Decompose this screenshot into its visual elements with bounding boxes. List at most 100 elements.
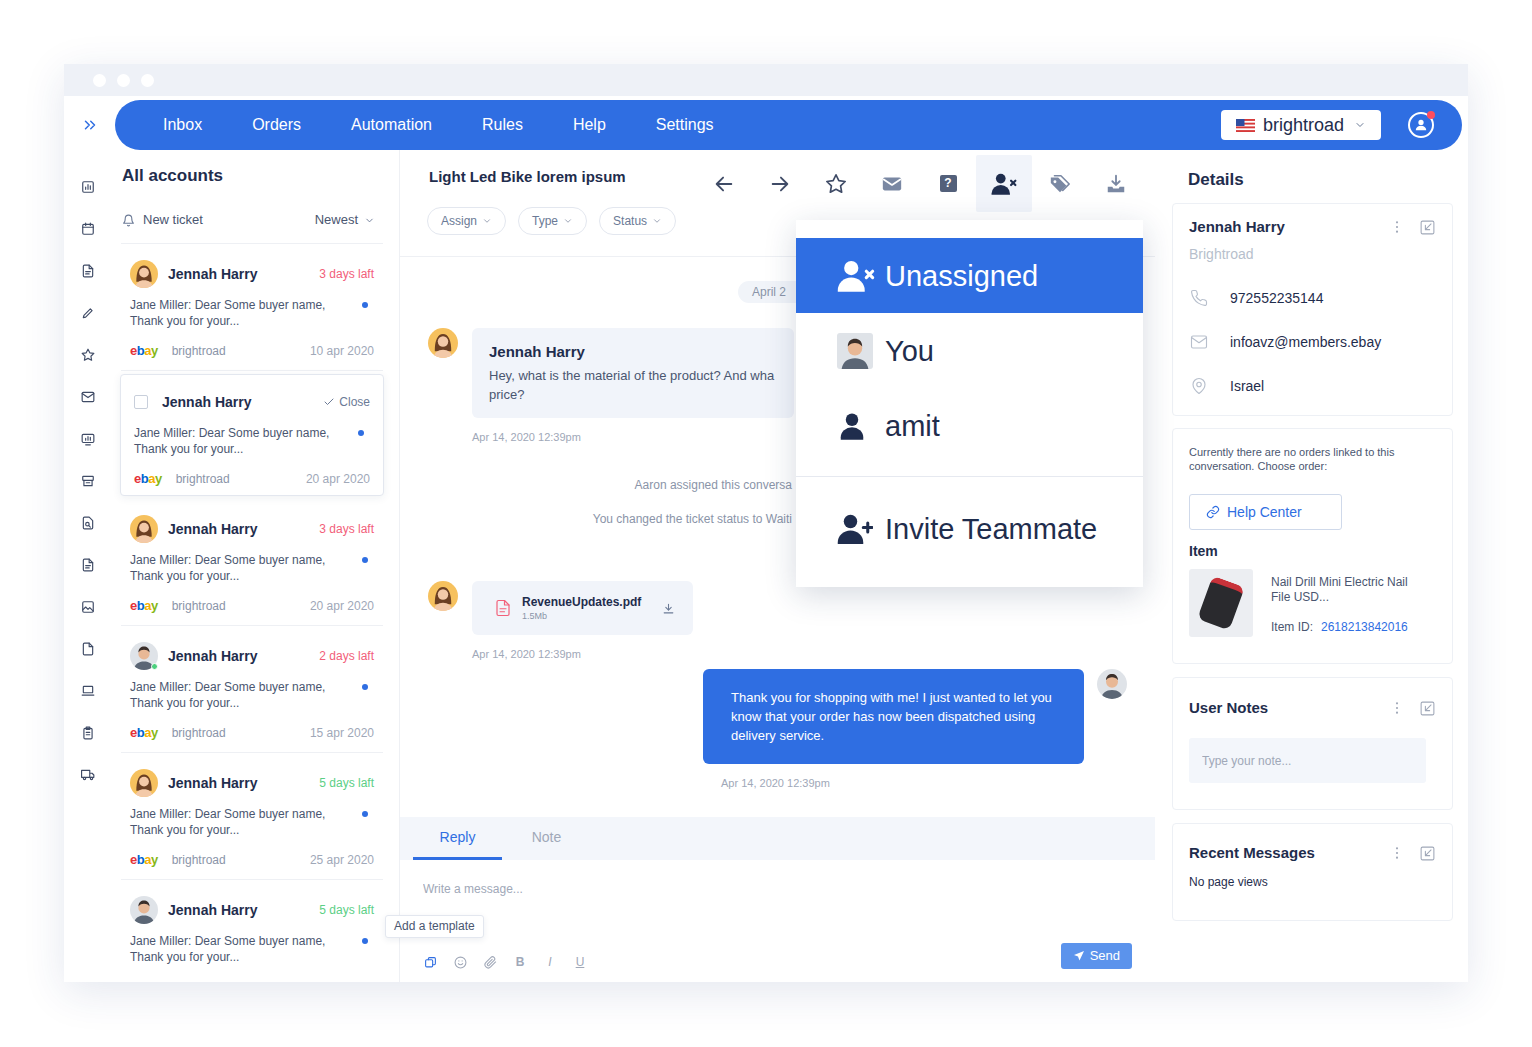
ticket[interactable]: Jennah HarryCloseJane Miller: Dear Some … [120,374,384,496]
account-selector[interactable]: brightroad [1221,110,1381,140]
rail-item[interactable] [81,768,95,782]
rail-item[interactable] [81,558,95,572]
window-dot[interactable] [117,74,130,87]
toolbar-button[interactable] [976,155,1032,212]
format-button[interactable] [483,955,497,969]
close-button[interactable]: Close [323,393,370,411]
rail-toggle[interactable] [64,100,115,150]
event-text: Aaron assigned this conversa [635,478,792,492]
chevron-down-icon [563,216,573,226]
rail-item[interactable] [81,516,95,530]
filter-label: Type [532,212,558,230]
toolbar-button[interactable] [808,155,864,212]
filter-dropdown[interactable]: Status [599,207,676,235]
filter-dropdown[interactable]: Type [518,207,587,235]
assign-option[interactable]: amit [796,388,1143,463]
link-icon [1206,505,1220,519]
rail-item[interactable] [81,684,95,698]
rail-item[interactable] [81,222,95,236]
format-toolbar: BIU [423,955,587,969]
mail-icon [881,173,903,195]
item-info: Nail Drill Mini Electric Nail File USD..… [1271,569,1411,637]
toolbar-button[interactable] [696,155,752,212]
icon-rail [64,150,112,982]
window-dot[interactable] [141,74,154,87]
avatar-image [130,260,158,288]
note-input[interactable] [1202,752,1413,770]
avatar [428,581,458,611]
rail-item[interactable] [81,474,95,488]
filter-label: Status [613,212,647,230]
send-button[interactable]: Send [1061,943,1132,969]
toolbar-button[interactable] [864,155,920,212]
page: Inbox Orders Automation Rules Help Settings br… [0,0,1532,1047]
format-button[interactable]: I [543,955,557,969]
toolbar-button[interactable] [1088,155,1144,212]
format-button[interactable]: U [573,955,587,969]
ticket-name: Jennah Harry [168,773,257,794]
ticket[interactable]: Jennah Harry3 days laftJane Miller: Dear… [121,499,383,626]
nav-item[interactable]: Settings [656,113,714,137]
ticket-preview: Jane Miller: Dear Some buyer name,Thank … [134,425,370,457]
notification-dot [1427,111,1435,119]
window-dot[interactable] [93,74,106,87]
toolbar-button[interactable] [1032,155,1088,212]
help-center-button[interactable]: Help Center [1189,494,1342,530]
toolbar-button[interactable] [752,155,808,212]
rail-item[interactable] [81,306,95,320]
mail-icon [81,390,95,404]
item-row: Nail Drill Mini Electric Nail File USD..… [1189,569,1436,637]
nav-item[interactable]: Automation [351,113,432,137]
ticket-preview-line: Jane Miller: Dear Some buyer name, [130,933,325,949]
ticket[interactable]: Jennah Harry5 days laftJane Miller: Dear… [121,753,383,880]
paperclip-icon [484,956,497,969]
assign-option[interactable]: You [796,313,1143,388]
attachment-size: 1.5Mb [522,610,641,622]
list-title: All accounts [121,150,383,187]
ticket-header: Jennah Harry2 days laft [130,642,374,670]
toolbar-button[interactable]: ? [920,155,976,212]
invite-teammate-button[interactable]: Invite Teammate [796,491,1143,566]
format-button[interactable] [423,955,437,969]
ticket[interactable]: Jennah Harry5 days laftJane Miller: Dear… [121,880,383,982]
rail-item[interactable] [81,390,95,404]
composer-tab[interactable]: Reply [413,817,502,860]
recent-messages-card: Recent MessagesNo page views [1172,823,1453,921]
composer-tab[interactable]: Note [502,817,591,860]
nav-item[interactable]: Help [573,113,606,137]
new-ticket-button[interactable]: New ticket [122,210,203,230]
attachment-row: RevenueUpdates.pdf1.5Mb [400,581,1155,635]
rail-item[interactable] [81,348,95,362]
ticket-checkbox[interactable] [134,395,148,409]
rail-item[interactable] [81,642,95,656]
message-line: Hey, what is the material of the product… [489,366,777,385]
user-menu[interactable] [1408,112,1434,138]
format-button[interactable] [453,955,467,969]
assign-option[interactable]: Unassigned [796,238,1143,313]
attachment-card[interactable]: RevenueUpdates.pdf1.5Mb [472,581,693,635]
ticket-date: 15 apr 2020 [310,724,374,742]
document-icon [81,264,95,278]
rail-item[interactable] [81,180,95,194]
message-input[interactable] [423,880,1132,898]
ticket-footer: ebaybrightroad20 apr 2020 [130,598,374,614]
ticket-preview-text: Jane Miller: Dear Some buyer name,Thank … [134,425,329,457]
rail-item[interactable] [81,264,95,278]
rail-item[interactable] [81,600,95,614]
sort-dropdown[interactable]: Newest [315,210,383,230]
contact-company: Brightroad [1189,244,1436,264]
ticket[interactable]: Jennah Harry3 days laftJane Miller: Dear… [121,244,383,371]
rail-item[interactable] [81,432,95,446]
rail-item[interactable] [81,726,95,740]
filter-dropdown[interactable]: Assign [427,207,506,235]
avatar [130,769,158,797]
format-button[interactable]: B [513,955,527,969]
pdf-icon [494,599,512,617]
ticket-list-panel: All accounts New ticket Newest Jennah Harry… [112,150,400,982]
template-icon [424,956,437,969]
nav-item[interactable]: Rules [482,113,523,137]
ticket-preview-line: Thank you for your... [130,949,325,965]
ticket[interactable]: Jennah Harry2 days laftJane Miller: Dear… [121,626,383,753]
nav-item[interactable]: Orders [252,113,301,137]
nav-item[interactable]: Inbox [163,113,202,137]
